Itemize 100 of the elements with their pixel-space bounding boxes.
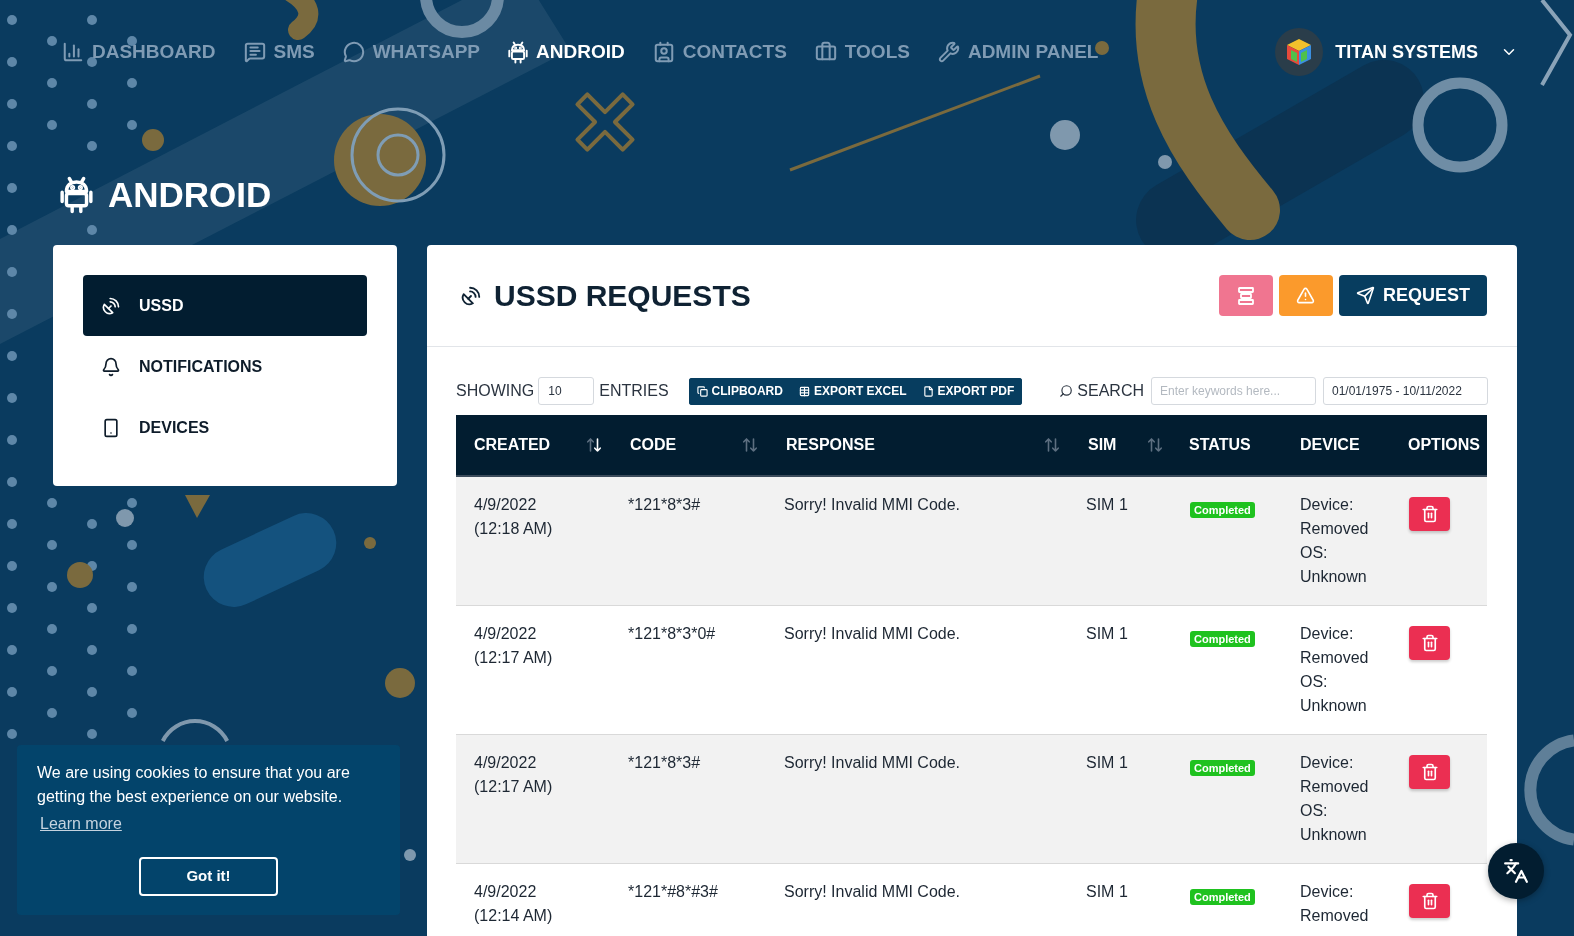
decorative-dot <box>7 729 17 739</box>
contact-card-icon <box>652 41 675 63</box>
search-label: SEARCH <box>1077 381 1144 401</box>
bar-chart-icon <box>62 41 84 63</box>
decorative-dot <box>7 309 17 319</box>
satellite-dish-icon <box>101 295 121 316</box>
send-icon <box>1356 286 1375 305</box>
translate-icon <box>1503 858 1529 884</box>
decorative-dot <box>364 537 376 549</box>
warning-button[interactable] <box>1279 275 1333 316</box>
nav-link[interactable]: DASHBOARD <box>62 37 216 67</box>
logo-icon <box>1275 28 1324 76</box>
nav-link[interactable]: SMS <box>243 37 315 67</box>
decorative-dot <box>87 225 97 235</box>
search-icon <box>1059 384 1074 398</box>
decorative-dot <box>87 99 97 109</box>
decorative-dot <box>87 141 97 151</box>
decorative-dot <box>127 540 137 550</box>
entries-label: SHOWING <box>456 381 535 401</box>
status-badge: Completed <box>1190 631 1255 647</box>
decorative-dot <box>87 57 97 67</box>
request-button[interactable]: REQUEST <box>1339 275 1487 316</box>
decorative-dot <box>7 351 17 361</box>
learn-more-link[interactable]: Learn more <box>40 812 122 836</box>
trash-icon <box>1420 763 1439 781</box>
card-title: USSD REQUESTS <box>494 278 751 314</box>
decorative-dot <box>7 561 17 571</box>
table-cell: Sorry! Invalid MMI Code. <box>784 754 961 771</box>
decorative-dot <box>7 225 17 235</box>
trash-icon <box>1420 892 1439 910</box>
decorative-dot <box>87 645 97 655</box>
table-cell-text: 4/9/2022 (12:17 AM) <box>474 753 554 797</box>
nav-link[interactable]: CONTACTS <box>652 37 787 67</box>
date-range-field[interactable]: 01/01/1975 - 10/11/2022 <box>1323 377 1488 405</box>
column-header: OPTIONS <box>1408 435 1480 455</box>
nav-link[interactable]: TOOLS <box>814 37 910 67</box>
decorative-dot <box>127 36 137 46</box>
delete-button[interactable] <box>1409 497 1450 531</box>
entries-label: ENTRIES <box>599 381 669 401</box>
decorative-dot <box>7 645 17 655</box>
column-header[interactable]: RESPONSE <box>768 415 1070 475</box>
table-cell-text: Device: Removed OS: Unknown <box>1300 753 1370 845</box>
decorative-dot <box>7 519 17 529</box>
table-cell: SIM 1 <box>1086 625 1128 642</box>
table-cell: SIM 1 <box>1086 496 1128 513</box>
decorative-dot <box>127 78 137 88</box>
delete-button[interactable] <box>1409 755 1450 789</box>
decorative-dot <box>7 477 17 487</box>
decorative-dot <box>47 666 57 676</box>
file-icon <box>922 385 934 397</box>
decorative-dot <box>67 562 93 588</box>
decorative-dot <box>1158 155 1172 169</box>
table-cell-text: Device: Removed OS: Unknown <box>1300 624 1370 716</box>
delete-button[interactable] <box>1409 884 1450 918</box>
table-cell-text: 4/9/2022 (12:17 AM) <box>474 624 554 668</box>
decorative-triangle <box>185 495 210 518</box>
sidebar-item[interactable]: USSD <box>83 275 367 336</box>
delete-button[interactable] <box>1409 626 1450 660</box>
chat-bubble-icon <box>342 41 365 63</box>
table-cell: SIM 1 <box>1086 754 1128 771</box>
list-button[interactable] <box>1219 275 1273 316</box>
decorative-dot <box>7 141 17 151</box>
decorative-dot <box>7 183 17 193</box>
trash-icon <box>1420 505 1439 523</box>
decorative-dot <box>87 519 97 529</box>
column-header[interactable]: SIM <box>1070 415 1173 475</box>
decorative-cross <box>575 92 635 152</box>
table-cell-text: Device: Removed <box>1300 882 1370 926</box>
search-field[interactable]: Enter keywords here... <box>1151 377 1316 405</box>
decorative-disc <box>385 668 415 698</box>
table-cell: *121*#8*#3# <box>628 883 718 900</box>
decorative-dot <box>47 540 57 550</box>
decorative-dot <box>47 78 57 88</box>
nav-link[interactable]: ANDROID <box>508 37 625 67</box>
table-cell: Sorry! Invalid MMI Code. <box>784 496 961 513</box>
account-name: TITAN SYSTEMS <box>1335 40 1478 64</box>
got-it-button[interactable]: Got it! <box>139 857 278 896</box>
nav-link[interactable]: ADMIN PANEL <box>937 37 1099 67</box>
column-header[interactable]: CODE <box>612 415 768 475</box>
table-cell: Sorry! Invalid MMI Code. <box>784 883 961 900</box>
decorative-dot <box>127 666 137 676</box>
decorative-dot <box>127 120 137 130</box>
page-title: ANDROID <box>108 173 272 216</box>
decorative-dot <box>7 15 17 25</box>
decorative-dot <box>7 687 17 697</box>
smartphone-icon <box>101 417 121 438</box>
translate-button[interactable] <box>1488 843 1544 899</box>
decorative-dot <box>47 582 57 592</box>
decorative-dot <box>87 729 97 739</box>
entries-field[interactable]: 10 <box>538 377 595 405</box>
column-header[interactable]: CREATED <box>456 415 612 475</box>
column-header: STATUS <box>1189 435 1251 455</box>
decorative-dot <box>47 708 57 718</box>
table-cell-text: Device: Removed OS: Unknown <box>1300 495 1370 587</box>
warning-icon <box>1296 286 1316 305</box>
table-icon <box>798 385 810 397</box>
table-cell: Sorry! Invalid MMI Code. <box>784 625 961 642</box>
cookie-message: We are using cookies to ensure that you are getting the best experience on our website. <box>37 763 351 807</box>
bell-icon <box>101 356 121 377</box>
wrench-icon <box>937 41 960 63</box>
